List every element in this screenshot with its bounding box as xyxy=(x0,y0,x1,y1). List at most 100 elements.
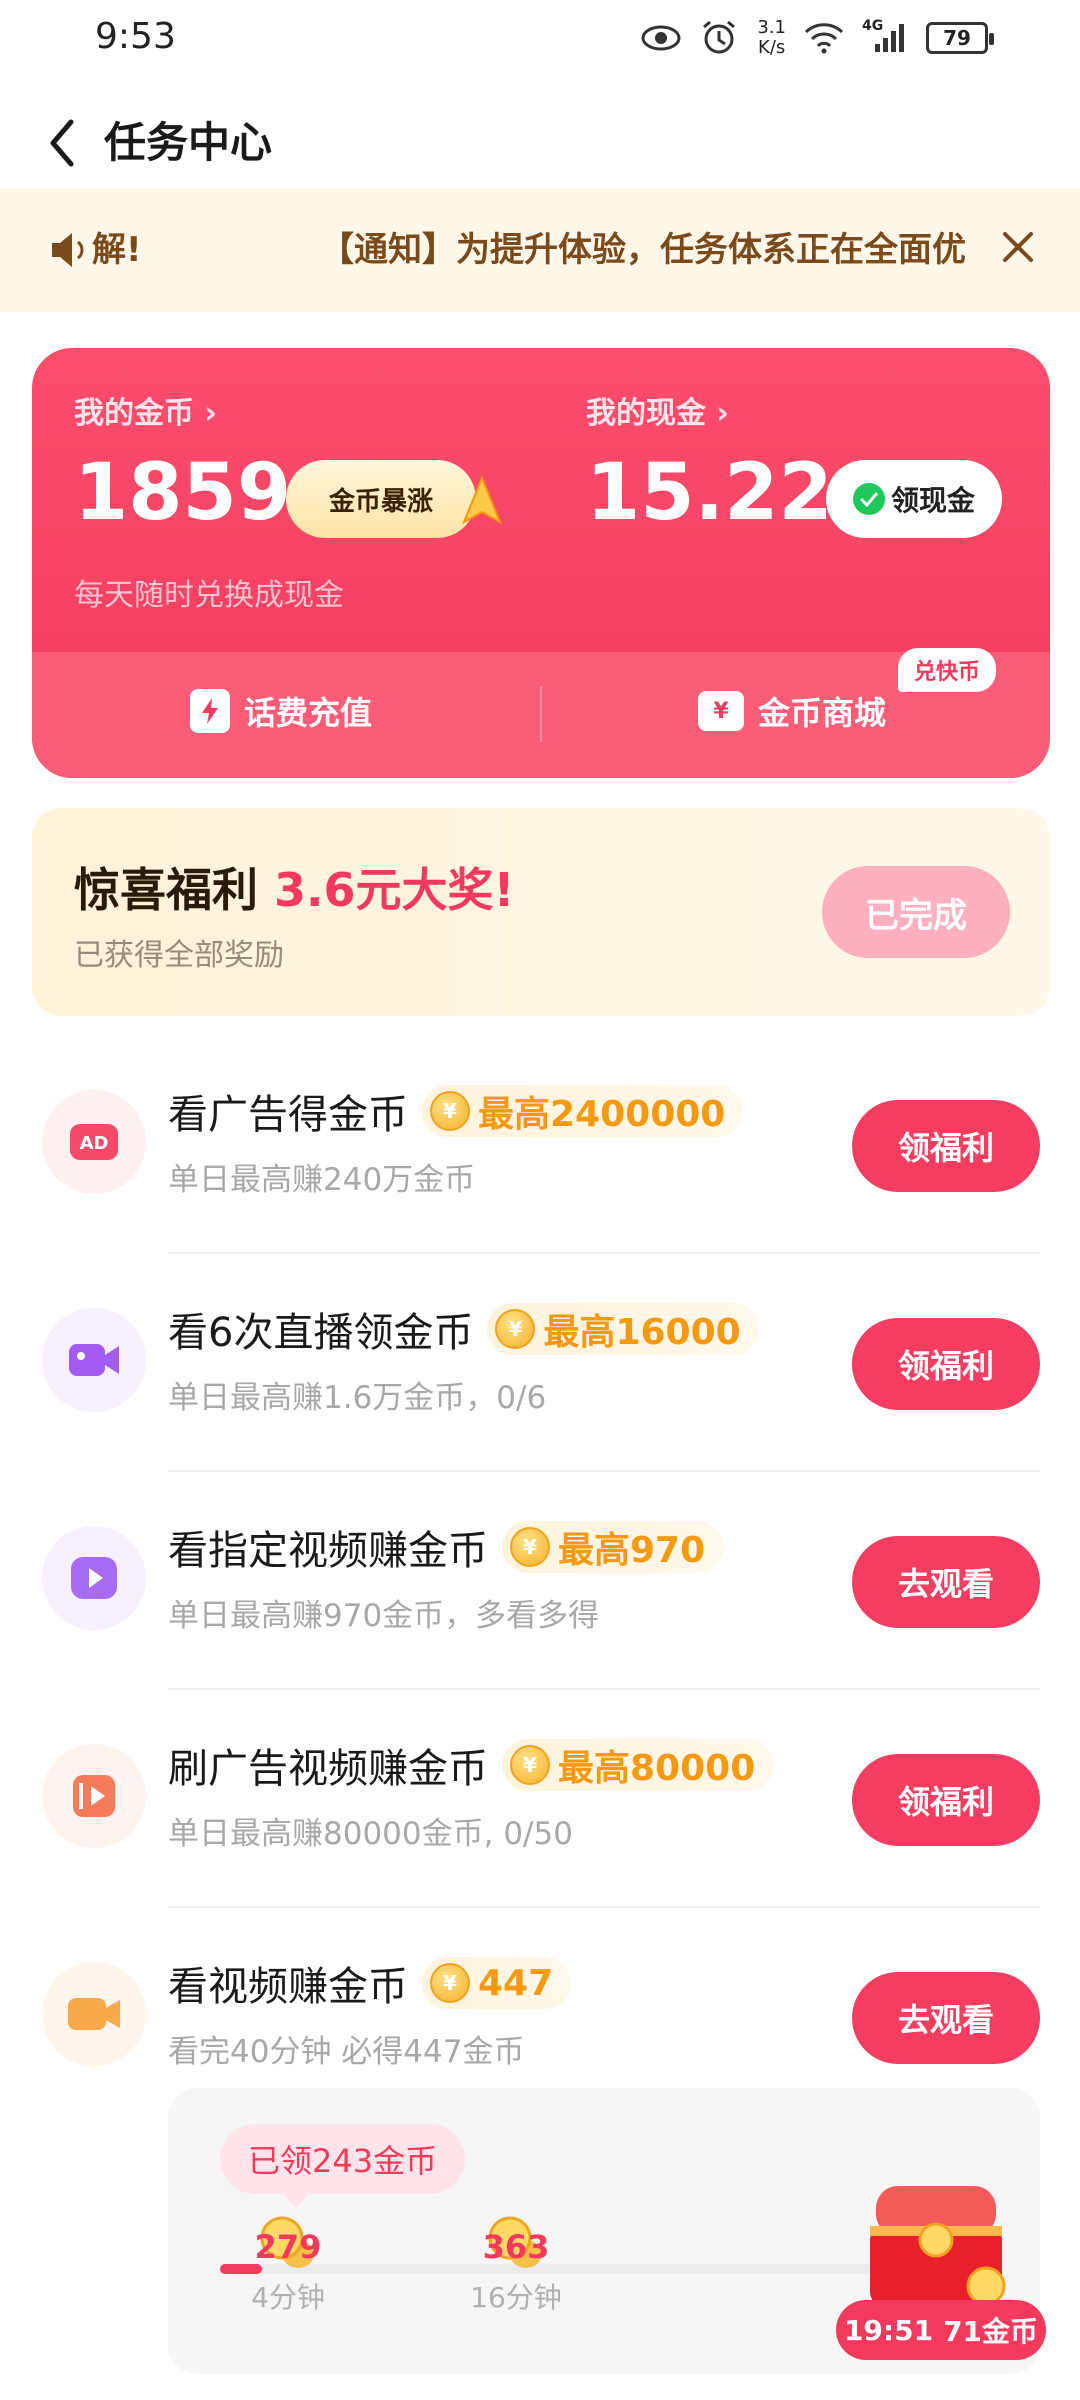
task-reward: ¥ 最高80000 xyxy=(502,1739,774,1791)
task-action-button[interactable]: 领福利 xyxy=(852,1100,1040,1192)
task-row: 刷广告视频赚金币 ¥ 最高80000 单日最高赚80000金币, 0/50 领福… xyxy=(0,1690,1080,1908)
milestone-2: 363 16分钟 xyxy=(456,2214,576,2316)
task-reward: ¥ 最高16000 xyxy=(487,1303,759,1355)
coins-value: 1859 xyxy=(74,448,292,538)
video-ad-icon xyxy=(42,1744,146,1848)
wallet-divider xyxy=(540,686,542,742)
signal-icon: 4G xyxy=(862,18,908,58)
coin-mall-label: 金币商城 xyxy=(758,694,887,732)
my-coins-link[interactable]: 我的金币 › xyxy=(74,388,217,432)
task-reward-text: 最高970 xyxy=(558,1530,706,1571)
task-subtitle: 单日最高赚1.6万金币，0/6 xyxy=(168,1380,547,1416)
task-action-button[interactable]: 去观看 xyxy=(852,1972,1040,2064)
withdraw-cash-label: 领现金 xyxy=(890,484,975,517)
completed-button[interactable]: 已完成 xyxy=(822,866,1010,958)
milestone-time: 16分钟 xyxy=(470,2281,562,2314)
net-speed: 3.1 K/s xyxy=(757,18,786,58)
my-cash-link[interactable]: 我的现金 › xyxy=(586,388,729,432)
claimed-coins-bubble: 已领243金币 xyxy=(220,2124,466,2208)
task-title-text: 刷广告视频赚金币 xyxy=(168,1746,488,1792)
watch-progress-panel: 已领243金币 279 4分钟 363 16分钟 19:51 71金币 xyxy=(168,2088,1046,2374)
net-speed-value: 3.1 xyxy=(757,17,786,38)
task-title: 看视频赚金币 ¥ 447 xyxy=(168,1954,572,2012)
back-icon[interactable] xyxy=(32,108,92,178)
task-reward-text: 最高80000 xyxy=(558,1748,756,1789)
surprise-subtitle: 已获得全部奖励 xyxy=(74,938,284,973)
wallet-card: 我的金币 › 1859 金币暴涨 我的现金 › 15.22 领现金 每天随时兑换… xyxy=(32,348,1050,778)
task-row: 看6次直播领金币 ¥ 最高16000 单日最高赚1.6万金币，0/6 领福利 xyxy=(0,1254,1080,1472)
task-title: 看指定视频赚金币 ¥ 最高970 xyxy=(168,1518,724,1576)
task-action-button[interactable]: 去观看 xyxy=(852,1536,1040,1628)
battery-icon: 79 xyxy=(926,22,994,54)
task-action-button[interactable]: 领福利 xyxy=(852,1754,1040,1846)
task-title-text: 看6次直播领金币 xyxy=(168,1310,474,1356)
task-subtitle: 单日最高赚80000金币, 0/50 xyxy=(168,1816,573,1852)
withdraw-cash-button[interactable]: 领现金 xyxy=(826,460,1002,538)
task-reward-text: 最高2400000 xyxy=(478,1094,726,1135)
video-icon xyxy=(42,1962,146,2066)
task-title-text: 看视频赚金币 xyxy=(168,1964,408,2010)
status-time: 9:53 xyxy=(95,16,176,57)
surprise-title-text: 惊喜福利 xyxy=(74,863,258,917)
play-icon xyxy=(42,1526,146,1630)
task-subtitle: 看完40分钟 必得447金币 xyxy=(168,2034,525,2070)
close-icon[interactable] xyxy=(996,222,1040,272)
task-title-text: 看广告得金币 xyxy=(168,1092,408,1138)
task-subtitle: 单日最高赚240万金币 xyxy=(168,1162,476,1198)
net-speed-unit: K/s xyxy=(758,37,786,58)
page-title: 任务中心 xyxy=(104,118,273,167)
task-reward: ¥ 最高2400000 xyxy=(422,1085,744,1137)
eye-icon xyxy=(641,18,681,58)
coin-icon: ¥ xyxy=(510,1745,550,1785)
ad-icon: AD xyxy=(42,1090,146,1194)
task-title: 看6次直播领金币 ¥ 最高16000 xyxy=(168,1300,759,1358)
cash-value: 15.22 xyxy=(586,448,833,538)
wifi-icon xyxy=(804,18,844,58)
phone-recharge-label: 话费充值 xyxy=(244,694,373,732)
task-subtitle: 单日最高赚970金币，多看多得 xyxy=(168,1598,600,1634)
coin-mall-link[interactable]: ¥ 金币商城 xyxy=(698,688,886,734)
chest-reward: 71金币 xyxy=(943,2315,1039,2348)
phone-recharge-link[interactable]: 话费充值 xyxy=(190,688,372,734)
milestone-amount: 279 xyxy=(254,2228,322,2266)
task-title-text: 看指定视频赚金币 xyxy=(168,1528,488,1574)
surprise-title: 惊喜福利 3.6元大奖! xyxy=(74,854,514,920)
boost-arrow-icon xyxy=(458,472,506,528)
task-row: 看指定视频赚金币 ¥ 最高970 单日最高赚970金币，多看多得 去观看 xyxy=(0,1472,1080,1690)
task-action-button[interactable]: 领福利 xyxy=(852,1318,1040,1410)
check-icon xyxy=(852,483,885,515)
task-title: 刷广告视频赚金币 ¥ 最高80000 xyxy=(168,1736,774,1794)
coin-icon: ¥ xyxy=(495,1309,536,1349)
notice-text: 【通知】为提升体验，任务体系正在全面优 xyxy=(320,230,966,270)
video-camera-icon xyxy=(42,1308,146,1412)
coin-icon: ¥ xyxy=(430,1091,470,1131)
surprise-amount: 3.6元大奖! xyxy=(274,863,515,917)
task-reward: ¥ 最高970 xyxy=(502,1521,724,1573)
coin-icon: ¥ xyxy=(510,1527,550,1567)
treasure-chest-icon[interactable] xyxy=(856,2166,1016,2316)
status-bar: 9:53 3.1 K/s 4G 79 xyxy=(0,0,1080,80)
task-row: AD 看广告得金币 ¥ 最高2400000 单日最高赚240万金币 领福利 xyxy=(0,1036,1080,1254)
my-coins-label: 我的金币 › xyxy=(74,396,217,431)
ticket-icon: ¥ xyxy=(698,691,744,731)
coin-icon: ¥ xyxy=(430,1963,470,2003)
task-reward-text: 447 xyxy=(478,1962,554,2004)
coin-boost-button[interactable]: 金币暴涨 xyxy=(286,460,476,538)
signal-label: 4G xyxy=(862,18,884,34)
task-reward-text: 最高16000 xyxy=(543,1312,741,1353)
header: 任务中心 xyxy=(0,90,1080,200)
wallet-hint: 每天随时兑换成现金 xyxy=(74,578,344,613)
surprise-welfare-card: 惊喜福利 3.6元大奖! 已获得全部奖励 已完成 xyxy=(32,808,1050,1016)
alarm-icon xyxy=(699,18,739,58)
task-title: 看广告得金币 ¥ 最高2400000 xyxy=(168,1082,744,1140)
mall-badge: 兑快币 xyxy=(898,648,997,692)
notice-bar[interactable]: 解! 【通知】为提升体验，任务体系正在全面优 xyxy=(0,188,1080,312)
task-reward: ¥ 447 xyxy=(422,1957,572,2009)
milestone-amount: 363 xyxy=(482,2228,550,2266)
svg-text:AD: AD xyxy=(80,1133,109,1154)
notice-short-text: 解! xyxy=(92,230,142,270)
speaker-icon xyxy=(48,228,88,272)
milestone-1: 279 4分钟 xyxy=(228,2214,348,2316)
status-icons: 3.1 K/s 4G 79 xyxy=(641,18,994,58)
milestone-time: 4分钟 xyxy=(251,2281,325,2314)
